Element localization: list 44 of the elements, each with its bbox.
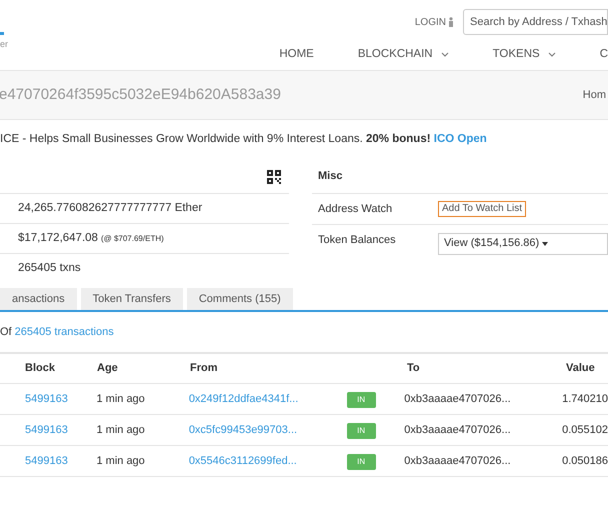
column-header: Value [566, 362, 595, 374]
tab[interactable]: ansactions [0, 288, 77, 310]
overview-value: 24,265.776082627777777777 Ether [18, 200, 202, 216]
misc-label: Address Watch [318, 202, 394, 217]
logo-text: er [0, 38, 10, 52]
age-cell: 1 min ago [96, 392, 145, 405]
to-address-cell: 0xb3aaaae4707026... [404, 392, 511, 405]
column-header: From [190, 362, 218, 374]
summary-text: Of [0, 324, 12, 340]
price-note: (@ $707.69/ETH) [100, 232, 164, 244]
breadcrumb-link[interactable]: Hom [582, 86, 606, 104]
column-header: Block [25, 362, 55, 374]
overview-value: $17,172,647.08 [18, 230, 98, 246]
user-icon [448, 17, 454, 27]
to-address-cell: 0xb3aaaae4707026... [404, 424, 511, 436]
ad-text: ICE - Helps Small Businesses Grow Worldwide with 9% Interest Loans. 20% bonus! ICO Open [0, 132, 487, 148]
value-cell: 0.050186 [562, 454, 608, 467]
direction-badge: IN [346, 422, 376, 438]
misc-title: Misc [318, 169, 342, 184]
tab[interactable]: Comments (155) [186, 288, 293, 310]
misc-label: Token Balances [318, 233, 397, 248]
address-title: e47070264f3595c5032eE94b620A583a39 [0, 84, 281, 105]
logo-mark [0, 32, 4, 36]
overview-value: 265405 txns [18, 261, 81, 276]
value-cell: 1.740210 [562, 392, 608, 405]
nav-link[interactable]: C [600, 46, 608, 64]
watch-list-button[interactable]: Add To Watch List [438, 201, 526, 217]
caret-icon [542, 242, 548, 246]
age-cell: 1 min ago [96, 454, 145, 467]
column-header: Age [97, 362, 118, 374]
token-balance-dropdown[interactable]: View ($154,156.86) [438, 232, 608, 254]
search-field[interactable]: Search by Address / Txhash [463, 9, 608, 35]
to-address-cell: 0xb3aaaae4707026... [404, 454, 511, 467]
direction-badge: IN [346, 392, 376, 408]
value-cell: 0.055102 [562, 424, 608, 436]
nav-link[interactable]: HOME [279, 46, 318, 64]
qr-code-icon[interactable] [267, 170, 281, 184]
tab[interactable]: Token Transfers [80, 288, 183, 310]
nav-link[interactable]: TOKENS [492, 46, 560, 64]
direction-badge: IN [346, 454, 376, 470]
login-link[interactable]: LOGIN [414, 14, 454, 30]
age-cell: 1 min ago [96, 424, 145, 436]
column-header: To [407, 362, 420, 374]
nav-link[interactable]: BLOCKCHAIN [358, 46, 453, 64]
